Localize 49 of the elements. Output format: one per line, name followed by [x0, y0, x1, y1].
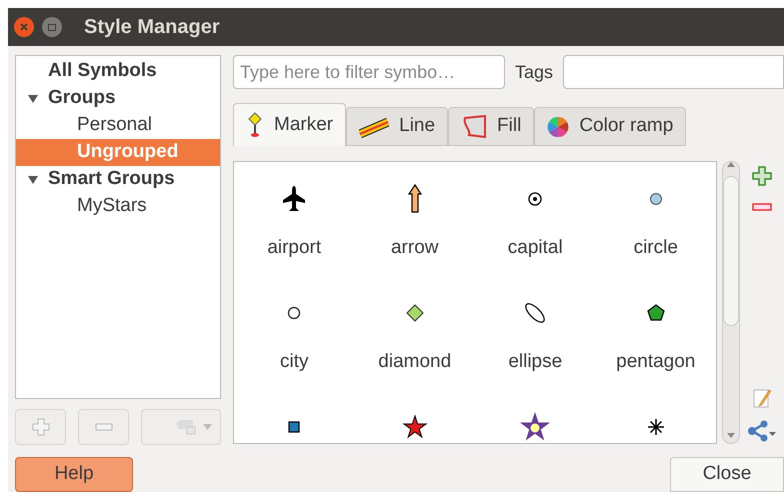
minimize-window-button[interactable]	[42, 17, 62, 37]
plus-icon	[752, 166, 772, 186]
line-icon	[359, 116, 390, 138]
symbol-label: arrow	[390, 236, 438, 260]
add-symbol-button[interactable]	[751, 165, 773, 187]
symbol-label: airport	[267, 236, 322, 260]
color-wheel-icon	[547, 116, 570, 138]
tree-item[interactable]: Smart Groups	[16, 166, 220, 193]
help-button[interactable]: Help	[15, 457, 133, 492]
window-title: Style Manager	[84, 15, 220, 40]
bigstar-symbol-icon	[518, 410, 552, 443]
expanded-arrow-icon[interactable]	[28, 176, 38, 184]
expanded-arrow-icon[interactable]	[28, 94, 38, 102]
scroll-thumb[interactable]	[723, 176, 739, 326]
symbol-label: pentagon	[616, 350, 696, 374]
share-button[interactable]	[747, 420, 777, 442]
filter-field[interactable]: Type here to filter symbo…	[233, 55, 505, 89]
scroll-down-icon[interactable]	[727, 433, 735, 438]
tree-item[interactable]: Personal	[16, 112, 220, 139]
tree-item[interactable]: All Symbols	[16, 58, 220, 85]
close-button[interactable]: Close	[670, 457, 784, 492]
scroll-up-icon[interactable]	[727, 162, 735, 167]
symbol-item[interactable]	[518, 410, 552, 443]
caret-icon	[203, 424, 212, 430]
pencil-icon	[752, 387, 772, 409]
minus-icon	[94, 423, 112, 431]
close-window-button[interactable]	[14, 17, 34, 37]
symbol-label: circle	[634, 236, 678, 260]
tab[interactable]: Color ramp	[534, 107, 686, 146]
symbol-label: diamond	[378, 350, 452, 374]
tags-field[interactable]	[563, 55, 784, 89]
tags-label: Tags	[515, 60, 554, 84]
marker-icon	[246, 112, 264, 138]
tree-item[interactable]: MyStars	[16, 193, 220, 220]
fill-icon	[461, 114, 488, 138]
minus-icon	[752, 203, 772, 211]
plus-icon	[32, 418, 50, 436]
scrollbar[interactable]	[722, 161, 740, 444]
tab[interactable]: Line	[346, 107, 448, 146]
symbol-label: capital	[508, 236, 563, 260]
symbol-label: city	[280, 350, 308, 374]
close-icon	[20, 23, 28, 31]
tab[interactable]: Fill	[448, 107, 534, 146]
symbol-label: ellipse	[508, 350, 562, 374]
share-icon	[747, 420, 777, 442]
tab[interactable]: Marker	[233, 103, 346, 146]
tag-edit-icon	[175, 419, 197, 435]
tree-item[interactable]: Groups	[16, 85, 220, 112]
remove-symbol-button[interactable]	[751, 201, 773, 213]
